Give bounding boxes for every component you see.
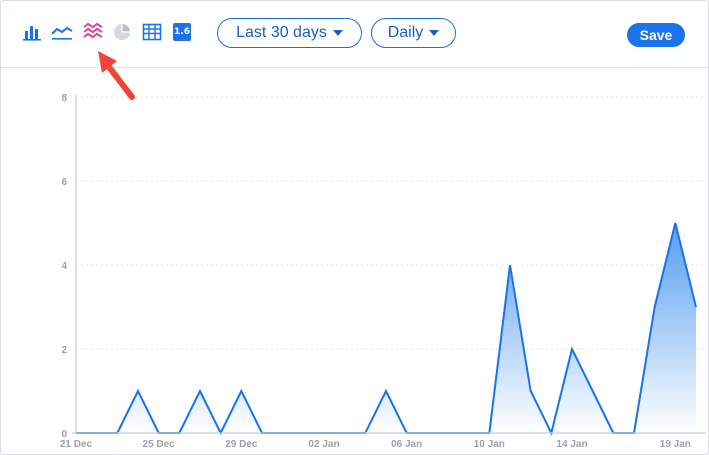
x-tick-label: 14 Jan bbox=[556, 439, 587, 450]
x-tick-label: 25 Dec bbox=[143, 439, 176, 450]
chart-panel: 1.6 Last 30 days Daily Save 0 2 4 6 8 21 Dec 2… bbox=[0, 0, 709, 455]
annotation-arrow-icon bbox=[98, 51, 135, 100]
x-tick-label: 19 Jan bbox=[660, 439, 691, 450]
x-tick-label: 10 Jan bbox=[474, 439, 505, 450]
y-tick-label: 2 bbox=[61, 345, 67, 356]
y-tick-label: 6 bbox=[61, 177, 67, 188]
x-tick-label: 06 Jan bbox=[391, 439, 422, 450]
y-tick-label: 4 bbox=[61, 261, 67, 272]
x-tick-label: 29 Dec bbox=[225, 439, 258, 450]
area-chart: 0246821 Dec 25 Dec 29 Dec 02 Jan 06 Jan 10 Ja… bbox=[60, 51, 706, 450]
area-series-fill bbox=[76, 223, 696, 433]
y-tick-label: 8 bbox=[61, 93, 67, 104]
x-tick-label: 21 Dec bbox=[60, 439, 93, 450]
x-tick-label: 02 Jan bbox=[308, 439, 339, 450]
